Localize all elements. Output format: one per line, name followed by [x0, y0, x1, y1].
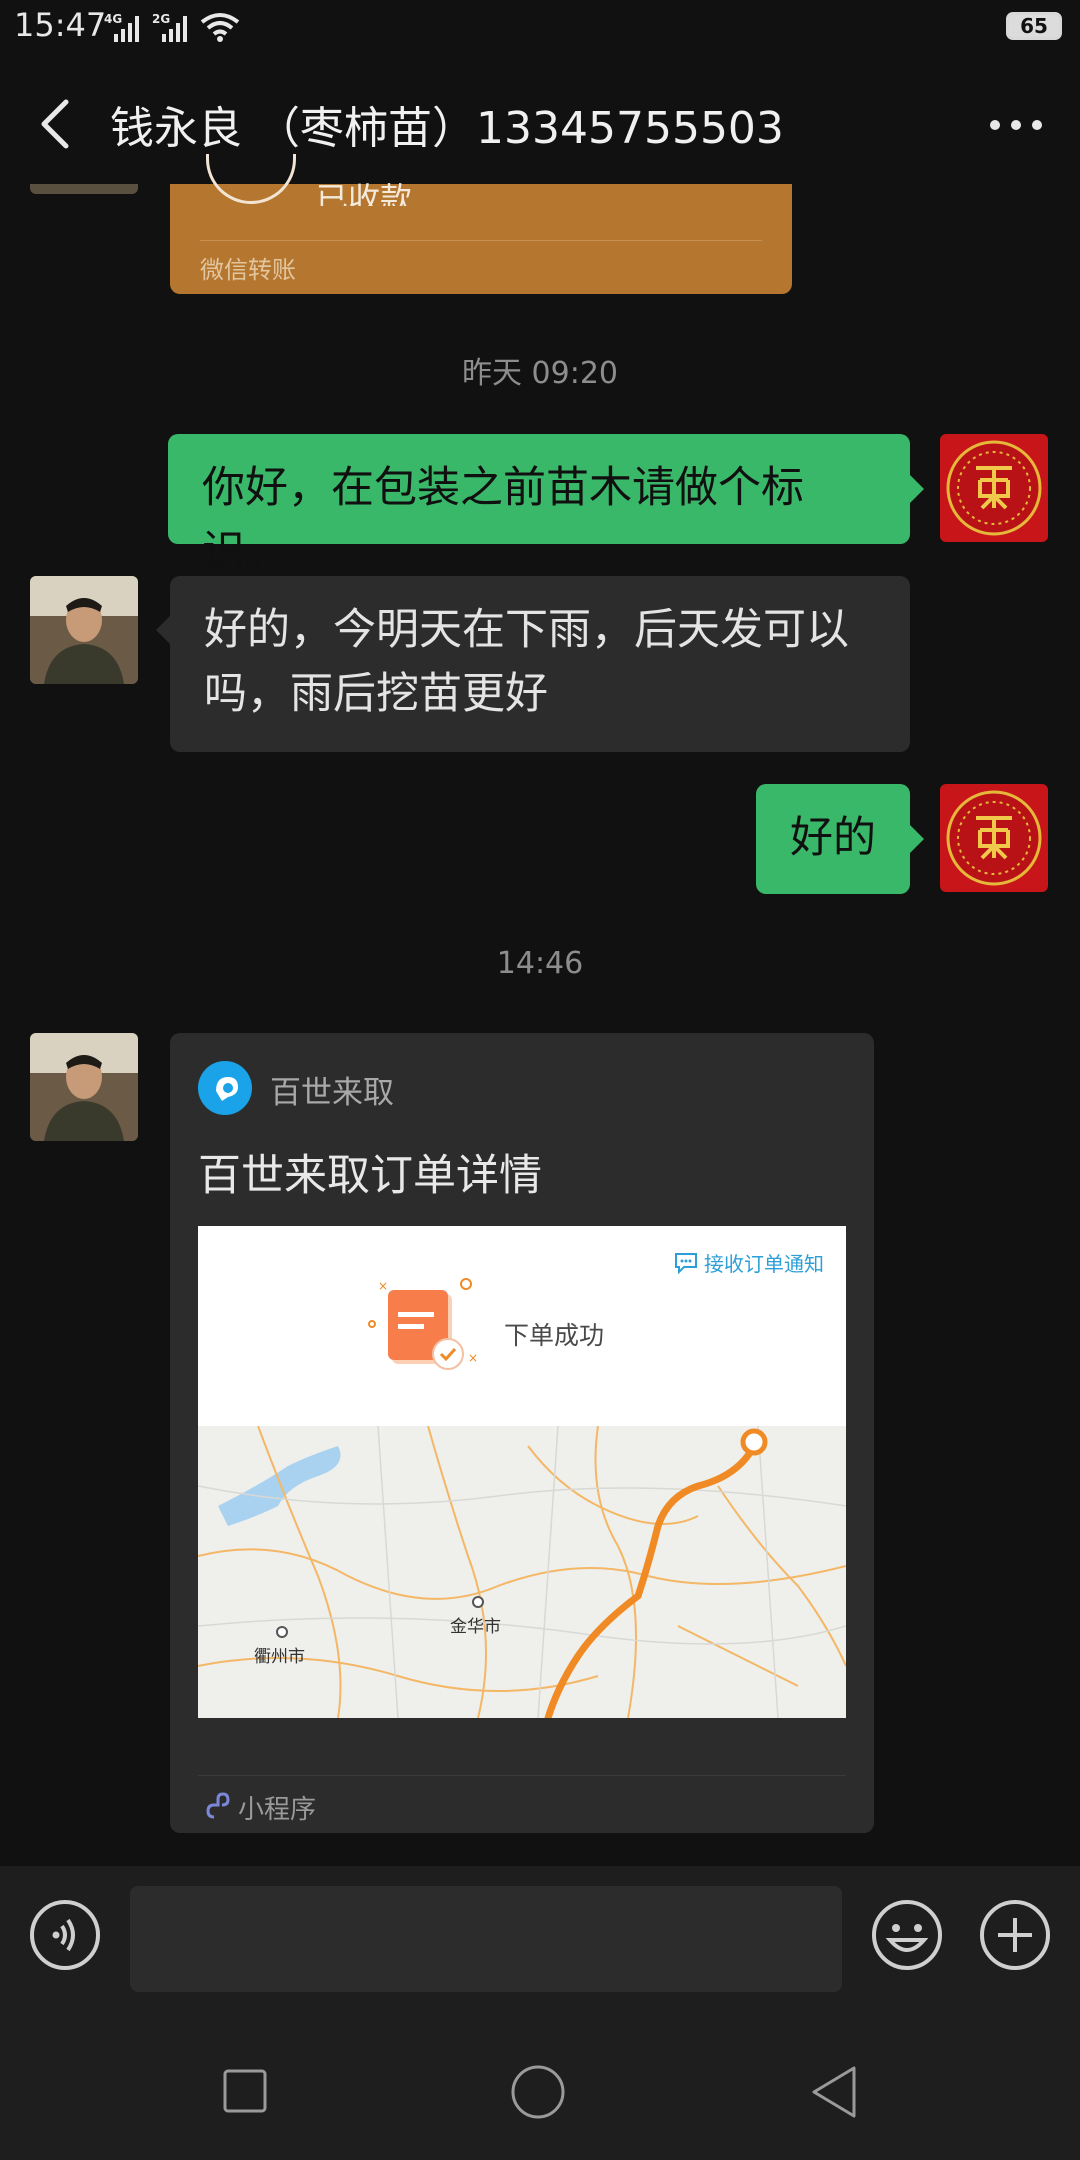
card-divider	[198, 1775, 846, 1776]
route-map: 金华市 衢州市	[198, 1426, 846, 1718]
seal-avatar-icon	[946, 440, 1042, 536]
chat-title: 钱永良 （枣柿苗）13345755503	[110, 103, 784, 154]
bubble-tail	[910, 825, 924, 853]
battery-indicator: 65	[1006, 12, 1062, 40]
bubble-tail	[910, 475, 924, 503]
status-time: 15:47	[14, 6, 107, 44]
voice-button[interactable]	[28, 1898, 102, 1972]
sent-message[interactable]: 你好，在包装之前苗木请做个标识。	[168, 434, 910, 577]
received-message[interactable]: 好的，今明天在下雨，后天发可以吗，雨后挖苗更好	[170, 576, 910, 752]
avatar-contact[interactable]	[30, 1033, 138, 1141]
transfer-card[interactable]: 已收款 微信转账	[170, 154, 792, 294]
svg-text:×: ×	[468, 1351, 478, 1365]
notify-link[interactable]: 接收订单通知	[674, 1248, 824, 1277]
map-label: 衢州市	[254, 1646, 305, 1667]
card-title: 百世来取订单详情	[198, 1151, 542, 1201]
avatar-partial	[30, 184, 138, 194]
chat-header: 钱永良 （枣柿苗）13345755503	[0, 56, 1080, 184]
wifi-icon	[200, 13, 240, 42]
contact-photo	[30, 576, 138, 684]
card-footer: 小程序	[238, 1795, 317, 1825]
map-label: 金华市	[450, 1617, 501, 1637]
transfer-check-icon	[206, 154, 296, 204]
recent-apps-button[interactable]	[222, 2068, 268, 2114]
signal-2g-icon: 2G	[152, 12, 187, 42]
emoji-button[interactable]	[870, 1898, 944, 1972]
message-input[interactable]	[130, 1886, 842, 1992]
card-preview: 接收订单通知 × × 下单成功 金华市 衢州市	[198, 1226, 846, 1718]
transfer-status: 已收款	[316, 180, 413, 206]
timestamp: 昨天 09:20	[462, 356, 618, 391]
order-success-icon: × ×	[368, 1278, 478, 1370]
app-logo-icon	[198, 1061, 252, 1115]
app-name: 百世来取	[270, 1075, 394, 1111]
more-button[interactable]	[988, 118, 1044, 132]
plus-button[interactable]	[978, 1898, 1052, 1972]
chat-bubble-icon	[675, 1252, 697, 1274]
transfer-divider	[200, 240, 762, 241]
signal-4g-icon: 4G	[104, 12, 139, 42]
home-button[interactable]	[510, 2064, 566, 2120]
mini-program-card[interactable]: 百世来取 百世来取订单详情 接收订单通知 × × 下单成功 金华市 衢州市 小程…	[170, 1033, 874, 1833]
contact-photo	[30, 1033, 138, 1141]
network-label-2: 2G	[152, 12, 170, 26]
mini-program-icon	[206, 1792, 230, 1819]
sent-message[interactable]: 好的	[756, 784, 910, 894]
network-label-1: 4G	[104, 12, 122, 26]
system-nav-bar	[0, 2006, 1080, 2160]
status-bar: 15:47 4G 2G 65	[0, 0, 1080, 56]
avatar-contact[interactable]	[30, 576, 138, 684]
svg-text:×: ×	[378, 1279, 388, 1293]
avatar-self[interactable]	[940, 784, 1048, 892]
order-status: 下单成功	[504, 1321, 605, 1350]
seal-avatar-icon	[946, 790, 1042, 886]
bubble-tail	[156, 616, 170, 644]
notify-link-text: 接收订单通知	[704, 1252, 824, 1276]
transfer-footer: 微信转账	[200, 256, 296, 284]
back-button[interactable]	[36, 96, 76, 152]
input-bar	[0, 1866, 1080, 2006]
avatar-self[interactable]	[940, 434, 1048, 542]
back-nav-button[interactable]	[808, 2064, 860, 2120]
timestamp: 14:46	[496, 946, 584, 981]
